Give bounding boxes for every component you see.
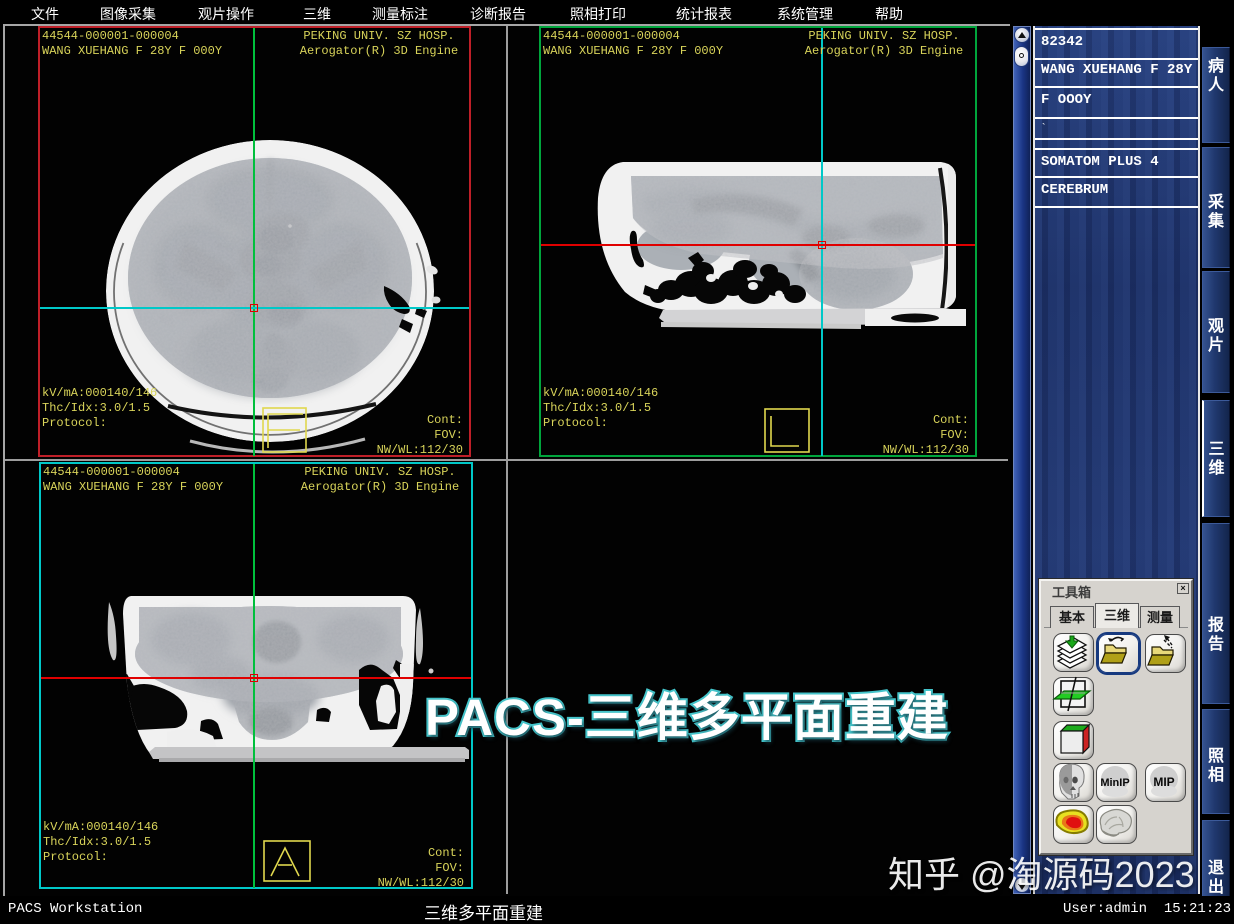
svg-text:MIP: MIP [1153, 775, 1174, 789]
svg-text:MinIP: MinIP [1100, 777, 1129, 789]
